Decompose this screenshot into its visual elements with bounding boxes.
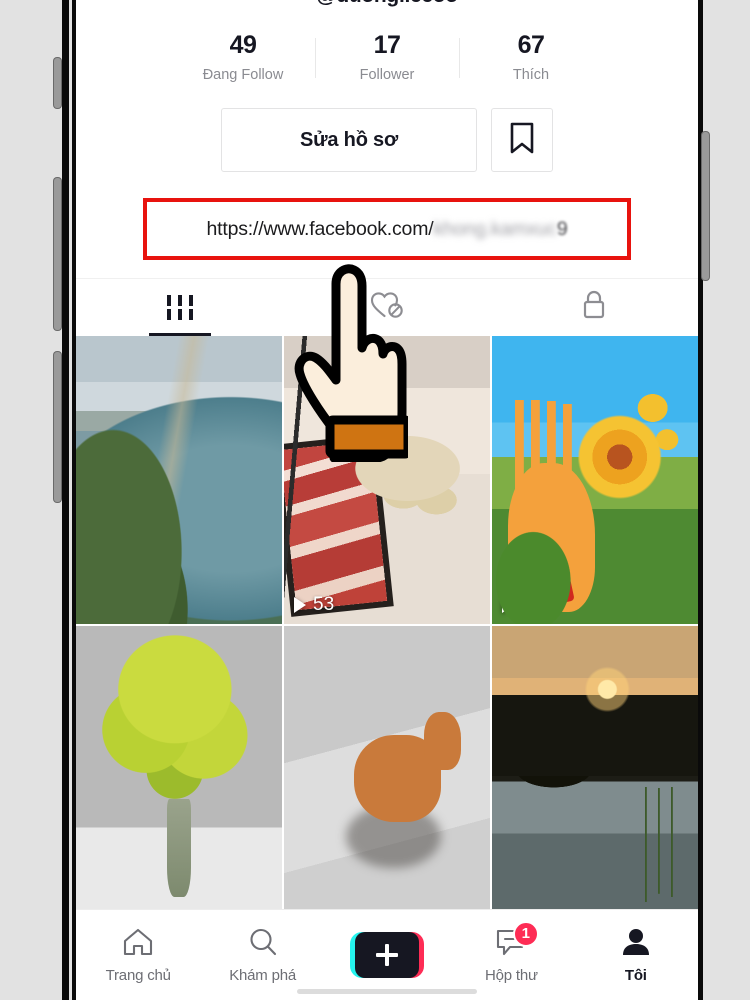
video-view-count: 0 [502, 594, 532, 616]
create-button-core [355, 932, 420, 978]
home-icon [122, 927, 154, 962]
volume-up-button[interactable] [54, 178, 61, 330]
username-row: @duonglieeoo [76, 0, 698, 16]
phone-bezel-left [62, 0, 69, 1000]
thumb-detail [508, 577, 575, 613]
stat-following[interactable]: 49 Đang Follow [171, 30, 315, 84]
thumb-detail [508, 399, 595, 613]
home-indicator [297, 989, 477, 994]
stat-following-label: Đang Follow [202, 67, 284, 83]
inbox-badge: 1 [512, 920, 539, 947]
stat-likes-value: 67 [517, 31, 545, 59]
profile-link-wrap: https://www.facebook.com/khong.kamxuc9 [76, 198, 698, 260]
nav-item-profile[interactable]: Tôi [574, 927, 698, 984]
profile-action-buttons: Sửa hồ sơ [76, 108, 698, 172]
thumb-detail [424, 712, 462, 770]
thumb-detail [640, 787, 686, 903]
nav-item-home[interactable]: Trang chủ [76, 927, 200, 984]
nav-item-create[interactable] [325, 932, 449, 978]
nav-label-home: Trang chủ [105, 966, 171, 984]
video-thumbnail[interactable]: 52 [76, 336, 282, 624]
play-icon [502, 597, 514, 613]
play-icon [86, 597, 98, 613]
video-thumbnail[interactable] [492, 626, 698, 914]
profile-link-prefix: https://www.facebook.com/ [206, 217, 434, 240]
thumb-detail [166, 798, 192, 897]
video-view-count-value: 0 [521, 594, 532, 615]
video-view-count: 52 [86, 594, 126, 616]
profile-stats: 49 Đang Follow 17 Follower 67 Thích [76, 16, 698, 84]
video-thumbnail[interactable] [284, 626, 490, 914]
play-icon [294, 597, 306, 613]
video-view-count-value: 53 [313, 594, 335, 615]
tab-posts[interactable] [76, 279, 283, 336]
search-icon [247, 927, 279, 962]
tab-private[interactable] [491, 279, 698, 336]
message-icon: 1 [494, 920, 539, 962]
video-view-count-value: 52 [105, 594, 127, 615]
stat-followers-label: Follower [359, 67, 415, 83]
bookmark-button[interactable] [491, 108, 553, 172]
phone-device-frame: @duonglieeoo 49 Đang Follow 17 Follower … [0, 0, 750, 1000]
profile-link-text[interactable]: https://www.facebook.com/khong.kamxuc9 [207, 218, 568, 241]
bottom-navigation: Trang chủ Khám phá 1 Hộp thư Tôi [76, 909, 698, 1000]
nav-item-discover[interactable]: Khám phá [200, 927, 324, 984]
profile-content-tabs [76, 278, 698, 336]
video-grid: 52 53 0 [76, 336, 698, 914]
video-view-count: 53 [294, 594, 334, 616]
stat-followers[interactable]: 17 Follower [315, 30, 459, 84]
video-thumbnail[interactable]: 0 [492, 336, 698, 624]
profile-username: @duonglieeoo [76, 0, 698, 8]
nav-item-inbox[interactable]: 1 Hộp thư [449, 920, 573, 984]
stat-following-value: 49 [229, 31, 257, 59]
tab-liked[interactable] [283, 279, 490, 336]
plus-icon-vertical [385, 944, 390, 966]
profile-link-blurred: khong.kamxuc [433, 217, 557, 240]
mute-switch-button[interactable] [54, 58, 61, 108]
heart-slash-icon [370, 290, 404, 325]
edit-profile-label: Sửa hồ sơ [299, 128, 399, 151]
profile-link-blurred-tail: 9 [556, 217, 568, 240]
volume-down-button[interactable] [54, 352, 61, 502]
power-button[interactable] [702, 132, 709, 280]
stat-likes-label: Thích [512, 67, 550, 83]
nav-label-inbox: Hộp thư [485, 966, 538, 984]
stat-likes[interactable]: 67 Thích [459, 30, 603, 84]
person-icon [620, 927, 652, 962]
stat-followers-value: 17 [373, 31, 401, 59]
edit-profile-button[interactable]: Sửa hồ sơ [221, 108, 477, 172]
grid-icon [166, 295, 193, 320]
video-thumbnail[interactable]: 53 [284, 336, 490, 624]
video-thumbnail[interactable] [76, 626, 282, 914]
nav-label-profile: Tôi [624, 966, 647, 984]
nav-label-discover: Khám phá [229, 966, 296, 984]
phone-screen: @duonglieeoo 49 Đang Follow 17 Follower … [76, 0, 698, 1000]
bookmark-icon [509, 122, 535, 159]
lock-icon [580, 289, 608, 326]
thumb-detail [284, 441, 387, 611]
profile-link-highlight-box[interactable]: https://www.facebook.com/khong.kamxuc9 [143, 198, 631, 260]
create-button[interactable] [350, 932, 425, 978]
